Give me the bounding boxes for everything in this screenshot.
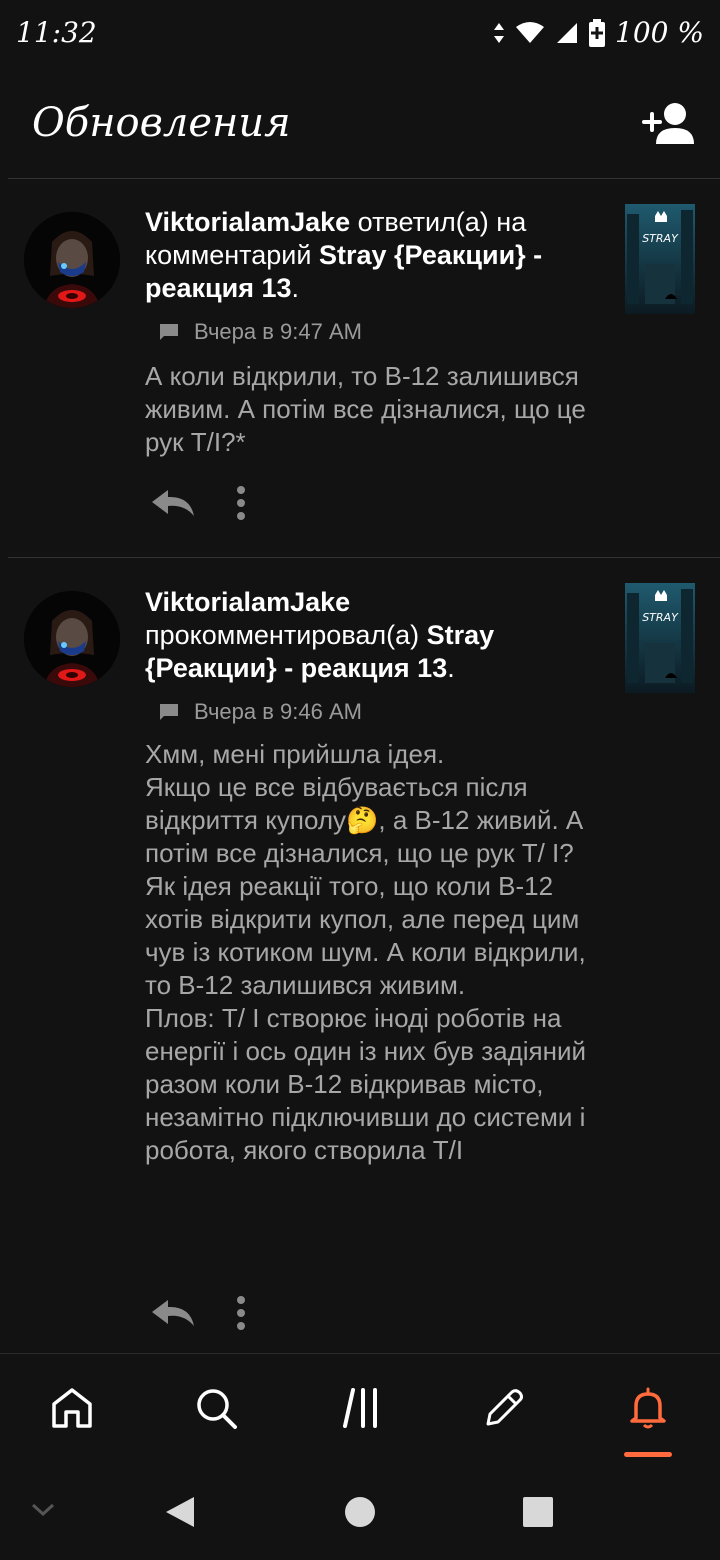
story-cover-image: STRAY: [625, 204, 695, 314]
comment-icon: [160, 704, 178, 720]
action-text: прокомментировал(а): [145, 620, 427, 650]
comment-body: А коли відкрили, то В-12 залишився живим…: [145, 361, 586, 457]
recents-square-icon: [523, 1497, 553, 1527]
more-options-button[interactable]: [236, 486, 246, 520]
signal-icon: [557, 22, 578, 43]
comment-icon: [160, 324, 178, 340]
story-cover-image: STRAY: [625, 583, 695, 693]
notification-actions: [150, 1296, 246, 1330]
notification-item[interactable]: ViktorialamJake ответил(а) на комментари…: [0, 179, 720, 557]
username[interactable]: ViktorialamJake: [145, 207, 350, 237]
username[interactable]: ViktorialamJake: [145, 587, 350, 617]
avatar[interactable]: [24, 591, 120, 687]
pencil-icon: [486, 1389, 523, 1426]
page-title: Обновления: [32, 100, 291, 146]
home-button[interactable]: [344, 1496, 376, 1533]
notification-text: ViktorialamJake прокомментировал(а) Stra…: [145, 586, 590, 685]
nav-notifications[interactable]: [624, 1384, 672, 1432]
avatar[interactable]: [24, 212, 120, 308]
status-time: 11:32: [16, 16, 97, 49]
search-icon: [197, 1389, 237, 1429]
home-circle-icon: [345, 1497, 375, 1527]
svg-text:STRAY: STRAY: [642, 611, 679, 624]
story-thumbnail[interactable]: STRAY: [625, 204, 695, 314]
recents-button[interactable]: [522, 1496, 554, 1533]
reply-button[interactable]: [150, 1298, 196, 1328]
story-thumbnail[interactable]: STRAY: [625, 583, 695, 693]
comment-body: Хмм, мені прийшла ідея. Якщо це все відб…: [145, 739, 587, 1165]
reply-icon: [152, 1300, 194, 1326]
reply-button[interactable]: [150, 488, 196, 518]
nav-write[interactable]: [480, 1384, 528, 1432]
battery-icon: [589, 18, 606, 47]
timestamp: Вчера в 9:46 AM: [194, 699, 362, 724]
collapse-button[interactable]: [30, 1501, 56, 1524]
back-button[interactable]: [164, 1495, 196, 1534]
reply-icon: [152, 490, 194, 516]
back-triangle-icon: [166, 1497, 194, 1527]
home-icon: [52, 1388, 92, 1428]
status-icons: 100 %: [493, 16, 704, 49]
system-nav-bar: [0, 1465, 720, 1560]
header: Обновления: [0, 70, 720, 178]
nav-library[interactable]: [337, 1384, 385, 1432]
notification-item[interactable]: ViktorialamJake прокомментировал(а) Stra…: [0, 558, 720, 1353]
nav-active-indicator: [624, 1452, 672, 1457]
notification-actions: [150, 486, 246, 520]
add-user-button[interactable]: [640, 100, 696, 148]
wifi-icon: [516, 21, 545, 43]
timestamp: Вчера в 9:47 AM: [194, 319, 362, 344]
notification-text: ViktorialamJake ответил(а) на комментари…: [145, 206, 590, 305]
avatar-image: [24, 591, 120, 687]
more-options-button[interactable]: [236, 1296, 246, 1330]
avatar-image: [24, 212, 120, 308]
add-user-icon: [642, 103, 694, 144]
nav-home[interactable]: [48, 1384, 96, 1432]
more-vertical-icon: [237, 1296, 245, 1330]
sentence-end: .: [447, 653, 455, 683]
library-icon: [343, 1388, 377, 1428]
svg-text:STRAY: STRAY: [642, 232, 679, 245]
nav-search[interactable]: [192, 1384, 240, 1432]
chevron-down-icon: [31, 1503, 55, 1517]
sentence-end: .: [291, 273, 300, 303]
status-bar: 11:32 100 %: [0, 0, 720, 70]
data-transfer-icon: [494, 22, 505, 43]
notification-meta: Вчера в 9:46 AM: [158, 699, 362, 725]
notification-meta: Вчера в 9:47 AM: [158, 319, 362, 345]
more-vertical-icon: [237, 486, 245, 520]
bottom-nav: [0, 1353, 720, 1465]
battery-percent: 100 %: [615, 16, 704, 49]
bell-icon: [630, 1387, 666, 1429]
